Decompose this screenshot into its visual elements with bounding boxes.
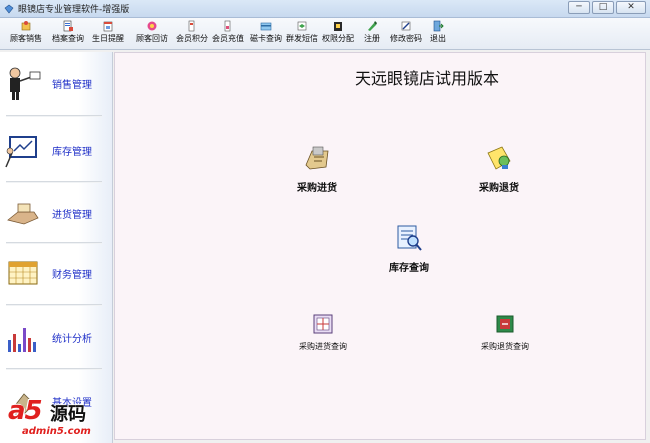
toolbar-label: 退出 [430,34,446,43]
sales-person-icon [9,67,41,100]
toolbar-card-query[interactable]: 磁卡查询 [250,20,282,48]
purchase-return-icon [487,146,511,170]
card-query-icon [260,22,272,31]
bulk-sms-icon [297,21,307,31]
toolbar-label: 修改密码 [390,34,422,43]
toolbar-label: 生日提醒 [92,34,124,43]
purchase-stock-query-button[interactable]: 采购进货查询 [299,313,347,352]
register-icon [368,21,377,31]
sidebar: 销售管理 库存管理 进货管理 财务管理 统计分析 基本设置 [0,52,113,443]
toolbar-label: 磁卡查询 [250,34,282,43]
action-label: 采购进货 [297,183,337,194]
sidebar-divider [6,115,102,117]
exit-icon [433,20,444,32]
toolbar-bulk-sms[interactable]: 群发短信 [286,20,318,48]
purchase-hand-icon [7,203,39,225]
toolbar-label: 会员充值 [212,34,244,43]
inventory-board-icon [5,136,37,168]
close-button[interactable]: ✕ [616,1,646,14]
action-label: 采购进货查询 [299,342,347,351]
watermark-logo-mark: a5 [8,396,43,426]
toolbar-member-recharge[interactable]: 会员充值 [212,20,244,48]
toolbar-change-password[interactable]: 修改密码 [390,20,422,48]
toolbar-label: 档案查询 [52,34,84,43]
main-panel: 天远眼镜店试用版本 采购进货 采购退货 库存查询 采购进货查询 采购退货查询 [114,52,646,440]
toolbar-customer-sales[interactable]: 顾客销售 [10,20,42,48]
archive-query-icon [63,20,73,32]
title-bar: 眼镜店专业管理软件-增强版 ─ □ ✕ [0,0,650,18]
action-label: 库存查询 [389,263,429,274]
sidebar-item-label: 统计分析 [52,334,92,345]
sidebar-item-sales[interactable]: 销售管理 [0,52,112,114]
window-title: 眼镜店专业管理软件-增强版 [18,5,130,15]
watermark-logo-text: 源码 [50,404,86,425]
sidebar-item-purchase[interactable]: 进货管理 [0,182,112,244]
inventory-query-button[interactable]: 库存查询 [389,223,429,274]
sidebar-item-statistics[interactable]: 统计分析 [0,306,112,368]
purchase-return-query-icon [496,315,514,333]
page-title: 天远眼镜店试用版本 [355,69,500,88]
toolbar-exit[interactable]: 退出 [430,20,446,48]
purchase-return-button[interactable]: 采购退货 [479,143,519,194]
watermark-logo: a5 源码 admin5.com [0,392,112,443]
toolbar-label: 顾客回访 [136,34,168,43]
toolbar-label: 顾客销售 [10,34,42,43]
toolbar-label: 权限分配 [322,34,354,43]
birthday-reminder-icon [103,21,113,32]
sidebar-item-label: 进货管理 [52,210,92,221]
bar-chart-icon [8,328,36,352]
member-recharge-icon [224,20,231,32]
calendar-icon [8,261,38,285]
toolbar-customer-visit[interactable]: 顾客回访 [136,20,168,48]
purchase-stock-button[interactable]: 采购进货 [297,143,337,194]
sidebar-item-inventory[interactable]: 库存管理 [0,119,112,181]
app-diamond-icon [4,4,14,13]
minimize-button[interactable]: ─ [568,1,590,14]
sidebar-item-label: 销售管理 [52,80,92,91]
toolbar-birthday-reminder[interactable]: 生日提醒 [92,20,124,48]
change-password-icon [401,21,411,31]
toolbar-label: 注册 [364,34,380,43]
toolbar-register[interactable]: 注册 [364,20,380,48]
maximize-button[interactable]: □ [592,1,614,14]
sidebar-item-label: 财务管理 [52,270,92,281]
customer-visit-icon [147,21,157,31]
toolbar-label: 群发短信 [286,34,318,43]
member-points-icon [188,20,195,32]
action-label: 采购退货 [479,183,519,194]
customer-sales-icon [21,21,31,31]
toolbar-label: 会员积分 [176,34,208,43]
purchase-stock-icon [305,146,329,170]
sidebar-item-label: 库存管理 [52,147,92,158]
permission-icon [334,22,342,31]
inventory-query-icon [397,225,422,251]
toolbar-permission[interactable]: 权限分配 [322,20,354,48]
watermark-url: admin5.com [22,426,91,437]
purchase-return-query-button[interactable]: 采购退货查询 [481,313,529,352]
action-label: 采购退货查询 [481,342,529,351]
toolbar: 顾客销售 档案查询 生日提醒 顾客回访 会员积分 会员充值 磁卡查询 群发短信 … [0,18,650,50]
purchase-stock-query-icon [313,314,333,334]
toolbar-archive-query[interactable]: 档案查询 [52,20,84,48]
toolbar-member-points[interactable]: 会员积分 [176,20,208,48]
sidebar-item-finance[interactable]: 财务管理 [0,242,112,304]
